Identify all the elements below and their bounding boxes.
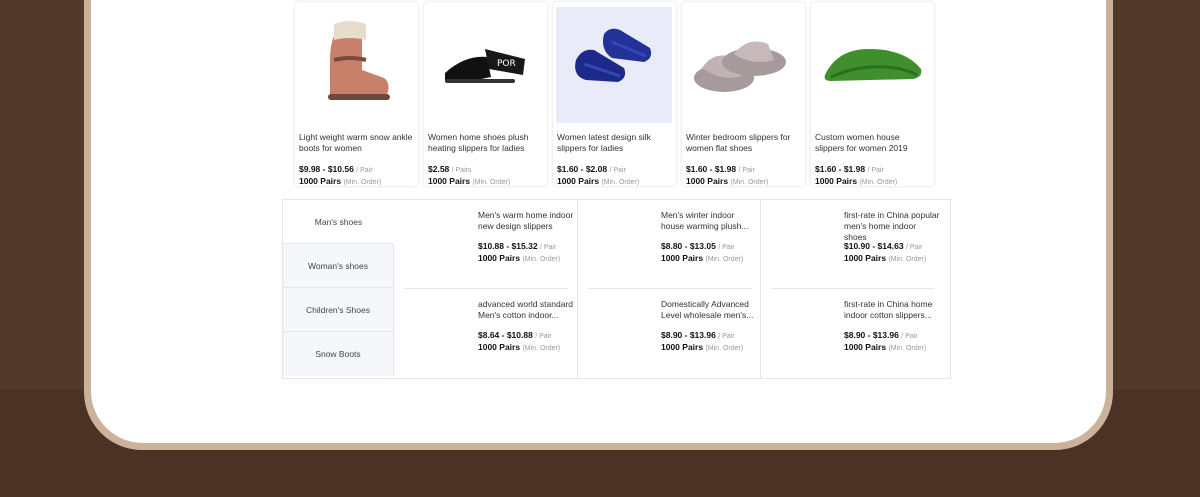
silk-slipper-icon[interactable] [556, 7, 672, 123]
category-product-moq: 1000 Pairs (Min. Order) [478, 342, 561, 352]
product-row: Light weight warm snow ankle boots for w… [295, 2, 934, 186]
product-card[interactable]: Women latest design silk slippers for la… [553, 2, 676, 186]
product-moq: 1000 Pairs (Min. Order) [815, 176, 898, 186]
product-title[interactable]: Women latest design silk slippers for la… [557, 132, 673, 154]
category-product-title[interactable]: Domestically Advanced Level wholesale me… [661, 299, 757, 321]
product-title[interactable]: Custom women house slippers for women 20… [815, 132, 931, 154]
product-price: $9.98 - $10.56 / Pair [299, 164, 373, 174]
product-card[interactable]: Light weight warm snow ankle boots for w… [295, 2, 418, 186]
product-moq: 1000 Pairs (Min. Order) [299, 176, 382, 186]
product-title[interactable]: Women home shoes plush heating slippers … [428, 132, 544, 154]
category-product-price: $8.80 - $13.05 / Pair [661, 241, 735, 251]
fur-slipper-icon[interactable] [685, 7, 801, 123]
product-card[interactable]: Custom women house slippers for women 20… [811, 2, 934, 186]
category-product-price: $8.64 - $10.88 / Pair [478, 330, 552, 340]
category-product-title[interactable]: first-rate in China popular men's home i… [844, 210, 940, 243]
category-product-price: $10.90 - $14.63 / Pair [844, 241, 923, 251]
tab-womans-shoes[interactable]: Woman's shoes [283, 244, 394, 288]
category-product-title[interactable]: first-rate in China home indoor cotton s… [844, 299, 940, 321]
category-product-moq: 1000 Pairs (Min. Order) [478, 253, 561, 263]
product-title[interactable]: Light weight warm snow ankle boots for w… [299, 132, 415, 154]
category-product-title[interactable]: Men's warm home indoor new design slippe… [478, 210, 574, 232]
product-title[interactable]: Winter bedroom slippers for women flat s… [686, 132, 802, 154]
category-tabs: Man's shoes Woman's shoes Children's Sho… [283, 200, 394, 378]
tab-childrens-shoes[interactable]: Children's Shoes [283, 288, 394, 332]
category-product-price: $8.90 - $13.96 / Pair [844, 330, 918, 340]
grass-slipper-icon[interactable] [814, 7, 930, 123]
category-product-price: $10.88 - $15.32 / Pair [478, 241, 557, 251]
snow-boot-icon[interactable] [298, 7, 414, 123]
product-price: $1.60 - $1.98 / Pair [686, 164, 755, 174]
product-price: $1.60 - $2.08 / Pair [557, 164, 626, 174]
sport-slide-icon[interactable]: POR [427, 7, 543, 123]
category-product[interactable]: advanced world standard Men's cotton ind… [404, 289, 574, 369]
category-product[interactable]: Domestically Advanced Level wholesale me… [587, 289, 757, 369]
category-section: Man's shoes Woman's shoes Children's Sho… [282, 199, 951, 379]
category-product-title[interactable]: Men's winter indoor house warming plush.… [661, 210, 757, 232]
content-panel: Light weight warm snow ankle boots for w… [91, 0, 1106, 443]
category-product[interactable]: Men's warm home indoor new design slippe… [404, 200, 574, 280]
tab-mans-shoes[interactable]: Man's shoes [283, 200, 394, 244]
category-product[interactable]: first-rate in China home indoor cotton s… [770, 289, 940, 369]
category-product-moq: 1000 Pairs (Min. Order) [844, 342, 927, 352]
product-moq: 1000 Pairs (Min. Order) [557, 176, 640, 186]
category-product[interactable]: first-rate in China popular men's home i… [770, 200, 940, 280]
category-product-moq: 1000 Pairs (Min. Order) [661, 342, 744, 352]
category-product-title[interactable]: advanced world standard Men's cotton ind… [478, 299, 574, 321]
product-price: $1.60 - $1.98 / Pair [815, 164, 884, 174]
svg-text:POR: POR [497, 59, 516, 69]
category-product-moq: 1000 Pairs (Min. Order) [661, 253, 744, 263]
tab-snow-boots[interactable]: Snow Boots [283, 332, 394, 376]
product-card[interactable]: POR Women home shoes plush heating slipp… [424, 2, 547, 186]
category-product[interactable]: Men's winter indoor house warming plush.… [587, 200, 757, 280]
product-moq: 1000 Pairs (Min. Order) [428, 176, 511, 186]
product-price: $2.58 / Pairs [428, 164, 472, 174]
product-moq: 1000 Pairs (Min. Order) [686, 176, 769, 186]
product-card[interactable]: Winter bedroom slippers for women flat s… [682, 2, 805, 186]
category-product-price: $8.90 - $13.96 / Pair [661, 330, 735, 340]
category-product-moq: 1000 Pairs (Min. Order) [844, 253, 927, 263]
